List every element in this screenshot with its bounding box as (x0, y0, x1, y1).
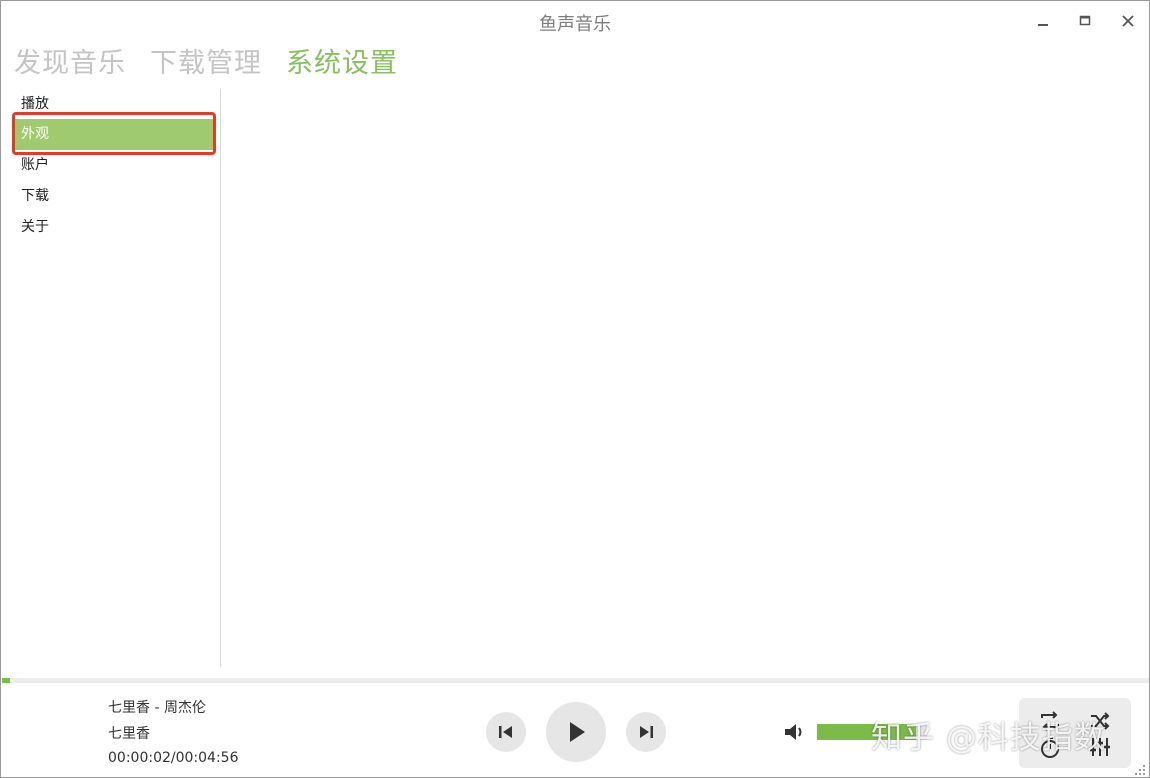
sidebar-item-appearance[interactable]: 外观 (15, 119, 213, 150)
close-button[interactable] (1114, 9, 1142, 33)
sidebar-item-playback[interactable]: 播放 (15, 89, 213, 120)
play-icon (570, 722, 585, 742)
volume-slider-fill (817, 724, 916, 740)
next-icon (640, 726, 653, 738)
maximize-icon (1079, 15, 1091, 26)
song-title: 七里香 - 周杰伦 (108, 700, 206, 716)
close-icon (1122, 15, 1134, 27)
previous-button[interactable] (486, 712, 526, 752)
player-tools (1019, 698, 1131, 768)
sidebar-item-account[interactable]: 账户 (15, 150, 213, 181)
tab-discover-music[interactable]: 发现音乐 (14, 46, 126, 86)
minimize-icon (1038, 24, 1048, 26)
top-nav: 发现音乐 下载管理 系统设置 (14, 46, 398, 86)
player-bar: 七里香 - 周杰伦 七里香 00:00:02/00:04:56 (1, 683, 1149, 777)
shuffle-icon[interactable] (1087, 708, 1113, 734)
settings-sidebar: 播放 外观 账户 下载 关于 (1, 89, 221, 667)
app-window: 鱼声音乐 发现音乐 下载管理 系统设置 播放 外观 账户 下载 关于 七里香 -… (0, 0, 1150, 778)
resize-grip-icon[interactable] (1131, 761, 1147, 777)
volume-icon[interactable] (783, 721, 807, 743)
song-name: 七里香 (108, 726, 150, 742)
play-button[interactable] (546, 702, 606, 762)
volume-slider[interactable] (817, 724, 927, 740)
previous-icon (499, 726, 512, 738)
tab-download-management[interactable]: 下载管理 (150, 46, 262, 86)
window-title: 鱼声音乐 (539, 14, 611, 35)
song-time: 00:00:02/00:04:56 (108, 750, 239, 766)
repeat-icon[interactable] (1037, 708, 1063, 734)
sidebar-item-about[interactable]: 关于 (15, 212, 213, 243)
title-bar: 鱼声音乐 (1, 1, 1149, 41)
sidebar-item-download[interactable]: 下载 (15, 181, 213, 212)
minimize-button[interactable] (1029, 9, 1057, 33)
timer-icon[interactable] (1037, 734, 1063, 760)
equalizer-icon[interactable] (1087, 734, 1113, 760)
next-button[interactable] (626, 712, 666, 752)
maximize-button[interactable] (1071, 9, 1099, 33)
tab-system-settings[interactable]: 系统设置 (286, 46, 398, 86)
